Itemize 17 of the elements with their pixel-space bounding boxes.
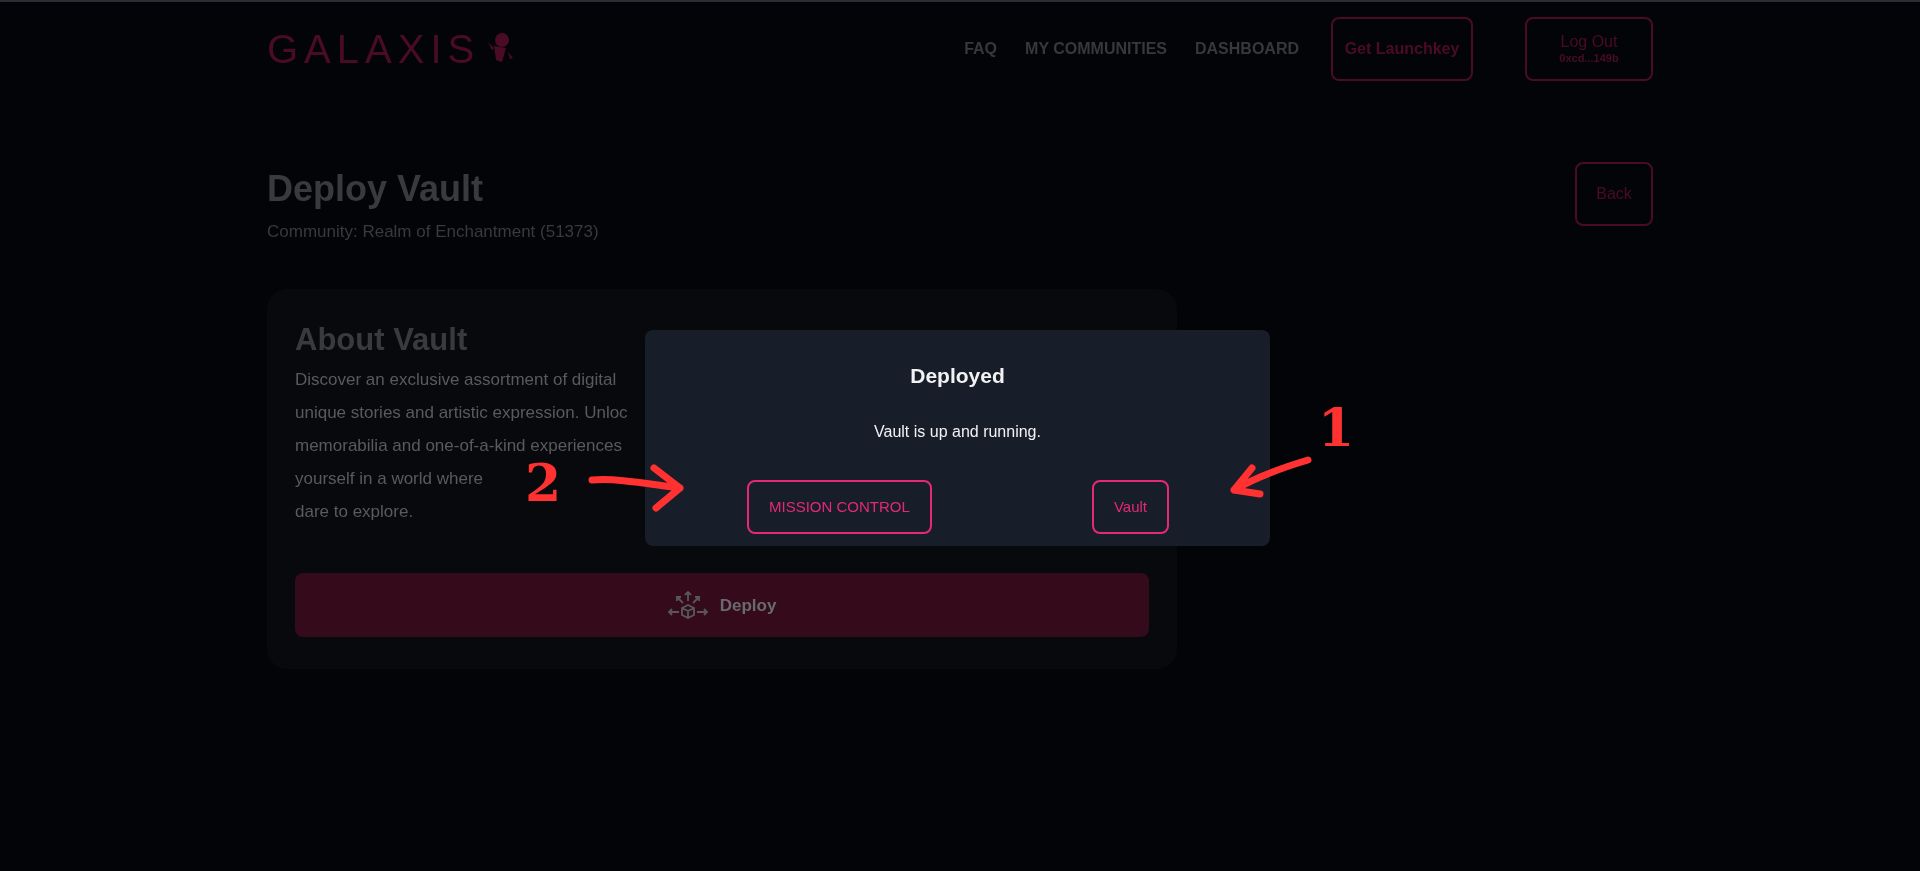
dialog-message: Vault is up and running. — [874, 421, 1041, 442]
dialog-button[interactable]: MISSION CONTROL — [747, 480, 932, 534]
description-line: memorabilia and one-of-a-kind experiences — [295, 435, 622, 458]
dialog-button[interactable]: Vault — [1091, 480, 1169, 534]
annotation-number: 1 — [1318, 402, 1355, 454]
description-line: yourself in a world where — [295, 468, 484, 491]
description-line: dare to explore. — [295, 501, 414, 524]
box-arrows-icon — [667, 591, 708, 620]
dialog-title: Deployed — [910, 363, 1005, 389]
get-launchkey-button[interactable]: Get Launchkey — [1331, 17, 1473, 81]
description-line: Discover an exclusive assortment of digital — [295, 369, 617, 392]
logout-button[interactable]: Log Out 0xcd...149b — [1525, 17, 1653, 81]
back-button[interactable]: Back — [1575, 162, 1653, 226]
deploy-button[interactable]: Deploy — [295, 573, 1149, 638]
logo[interactable]: GALAXIS — [267, 29, 481, 69]
description-line: unique stories and artistic expression. Unloc — [295, 402, 628, 425]
annotation-number: 2 — [525, 457, 562, 509]
